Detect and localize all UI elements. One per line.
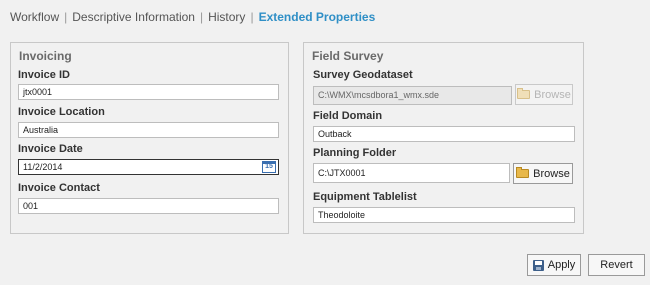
field-survey-group: Field Survey Survey Geodataset C:\WMX\mc… xyxy=(303,42,584,234)
invoicing-group: Invoicing Invoice ID jtx0001 Invoice Loc… xyxy=(10,42,289,234)
tab-separator: | xyxy=(199,10,204,24)
tab-bar: Workflow | Descriptive Information | History… xyxy=(10,10,375,24)
invoice-date-label: Invoice Date xyxy=(18,143,83,155)
tab-extended-properties[interactable]: Extended Properties xyxy=(259,10,376,24)
invoice-date-value: 11/2/2014 xyxy=(23,162,63,172)
field-domain-field[interactable]: Outback xyxy=(313,126,575,142)
equipment-tablelist-label: Equipment Tablelist xyxy=(313,191,417,203)
survey-geodataset-field: C:\WMX\mcsdbora1_wmx.sde xyxy=(313,86,512,105)
calendar-icon[interactable]: 15 xyxy=(262,161,276,173)
invoice-id-label: Invoice ID xyxy=(18,69,70,81)
field-domain-label: Field Domain xyxy=(313,110,383,122)
survey-geodataset-label: Survey Geodataset xyxy=(313,69,413,81)
invoice-contact-label: Invoice Contact xyxy=(18,182,100,194)
planning-folder-browse-button[interactable]: Browse xyxy=(513,163,573,184)
invoice-location-label: Invoice Location xyxy=(18,106,105,118)
invoice-location-field[interactable]: Australia xyxy=(18,122,279,138)
invoice-id-field[interactable]: jtx0001 xyxy=(18,84,279,100)
invoice-contact-field[interactable]: 001 xyxy=(18,198,279,214)
save-icon xyxy=(532,259,544,271)
revert-button-label: Revert xyxy=(600,259,633,271)
tab-workflow[interactable]: Workflow xyxy=(10,10,59,24)
tab-descriptive-information[interactable]: Descriptive Information xyxy=(72,10,195,24)
invoice-date-field[interactable]: 11/2/2014 15 xyxy=(18,159,279,175)
field-survey-group-title: Field Survey xyxy=(312,49,384,63)
tab-separator: | xyxy=(64,10,68,24)
survey-geodataset-browse-button: Browse xyxy=(515,84,573,105)
revert-button[interactable]: Revert xyxy=(588,254,645,276)
browse-button-label: Browse xyxy=(533,167,570,180)
apply-button-label: Apply xyxy=(547,259,576,271)
folder-icon xyxy=(517,88,531,99)
apply-button[interactable]: Apply xyxy=(527,254,581,276)
planning-folder-field[interactable]: C:\JTX0001 xyxy=(313,163,510,183)
planning-folder-label: Planning Folder xyxy=(313,147,397,159)
folder-icon xyxy=(516,167,530,178)
tab-history[interactable]: History xyxy=(208,10,245,24)
invoicing-group-title: Invoicing xyxy=(19,49,72,63)
browse-button-label: Browse xyxy=(534,88,571,101)
equipment-tablelist-field[interactable]: Theodoloite xyxy=(313,207,575,223)
tab-separator: | xyxy=(250,10,254,24)
